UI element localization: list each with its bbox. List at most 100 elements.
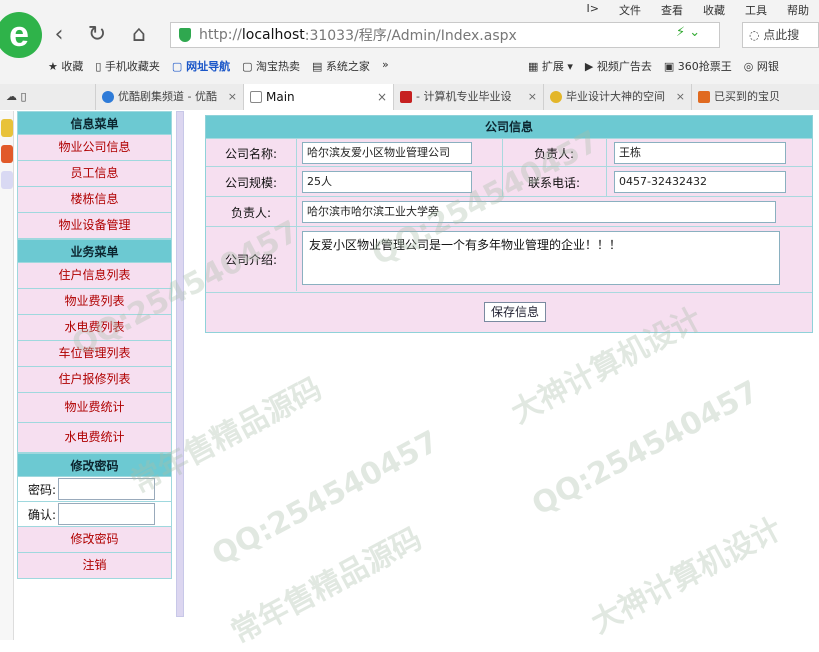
search-box[interactable]: ◌ 点此搜 <box>742 22 819 48</box>
row-divider <box>206 292 812 293</box>
tab-cs-project[interactable]: - 计算机专业毕业设 × <box>394 84 544 110</box>
panel-title: 公司信息 <box>206 116 812 138</box>
browser-menubar: I> 文件 查看 收藏 工具 帮助 <box>577 2 819 20</box>
page-icon <box>250 91 262 103</box>
intro-textarea[interactable]: 友爱小区物业管理公司是一个有多年物业管理的企业！！！ <box>302 231 780 285</box>
url-path: :31033/程序/Admin/Index.aspx <box>304 28 517 44</box>
bookmark-nav[interactable]: ▢ 网址导航 <box>172 58 230 76</box>
browser-logo-icon[interactable]: e <box>0 12 42 58</box>
sidebar-item-buildings[interactable]: 楼栋信息 <box>17 187 172 213</box>
sidebar-item-company[interactable]: 物业公司信息 <box>17 135 172 161</box>
app-icon[interactable] <box>1 171 13 189</box>
menu-help[interactable]: 帮助 <box>777 2 819 20</box>
row-intro: 公司介绍: 友爱小区物业管理公司是一个有多年物业管理的企业！！！ <box>206 226 812 291</box>
sidebar-item-utility-fees[interactable]: 水电费列表 <box>17 315 172 341</box>
browser-chrome: I> 文件 查看 收藏 工具 帮助 e ‹ ↻ ⌂ http://localho… <box>0 0 819 110</box>
manager-input[interactable]: 王栋 <box>614 142 786 164</box>
star-icon <box>550 91 562 103</box>
bookmark-system[interactable]: ▤ 系统之家 <box>312 58 370 76</box>
ticket-button[interactable]: ▣ 360抢票王 <box>664 58 732 74</box>
menu-view[interactable]: 查看 <box>651 2 693 20</box>
tab-youku[interactable]: 优酷剧集频道 - 优酷 × <box>96 84 244 110</box>
watermark: QQ:254540457 <box>526 374 765 523</box>
sidebar-item-utility-stats[interactable]: 水电费统计 <box>17 423 172 453</box>
sidebar-item-equipment[interactable]: 物业设备管理 <box>17 213 172 239</box>
refresh-icon[interactable]: ↻ <box>84 22 110 48</box>
site-icon <box>400 91 412 103</box>
sidebar-item-parking[interactable]: 车位管理列表 <box>17 341 172 367</box>
password-input[interactable] <box>58 478 156 500</box>
notify-icon[interactable] <box>1 119 13 137</box>
sidebar-scrollbar[interactable] <box>176 111 184 617</box>
search-placeholder: 点此搜 <box>763 28 800 42</box>
section-info-menu: 信息菜单 <box>17 111 172 135</box>
scrollbar-thumb[interactable] <box>177 112 183 616</box>
close-icon[interactable]: × <box>377 84 387 110</box>
weibo-icon[interactable] <box>1 145 13 163</box>
menu-file[interactable]: 文件 <box>609 2 651 20</box>
tab-strip: ☁ ▯ 优酷剧集频道 - 优酷 × Main × - 计算机专业毕业设 × 毕业设计大… <box>0 84 819 110</box>
company-name-label: 公司名称: <box>224 147 278 161</box>
manager-label: 负责人: <box>533 147 575 161</box>
row-address: 负责人: 哈尔滨市哈尔滨工业大学旁 <box>206 196 812 227</box>
address-bar[interactable]: http://localhost:31033/程序/Admin/Index.as… <box>170 22 720 48</box>
address-label: 负责人: <box>230 206 272 220</box>
password-row: 密码: <box>17 477 172 502</box>
section-password: 修改密码 <box>17 453 172 477</box>
confirm-row: 确认: <box>17 502 172 527</box>
company-info-panel: 公司信息 公司名称: 哈尔滨友爱小区物业管理公司 负责人: 王栋 公司规模: 2… <box>205 115 813 333</box>
intro-label: 公司介绍: <box>224 253 278 267</box>
phone-label: 联系电话: <box>527 176 581 190</box>
company-name-input[interactable]: 哈尔滨友爱小区物业管理公司 <box>302 142 472 164</box>
address-input[interactable]: 哈尔滨市哈尔滨工业大学旁 <box>302 201 776 223</box>
company-scale-input[interactable]: 25人 <box>302 171 472 193</box>
confirm-label: 确认: <box>28 507 57 522</box>
sidebar-menu: 信息菜单 物业公司信息 员工信息 楼栋信息 物业设备管理 业务菜单 住户信息列表… <box>17 111 172 579</box>
watermark: 大神计算机设计 <box>585 511 788 641</box>
phone-input[interactable]: 0457-32432432 <box>614 171 786 193</box>
menu-tools[interactable]: 工具 <box>735 2 777 20</box>
row-scale: 公司规模: 25人 联系电话: 0457-32432432 <box>206 166 812 197</box>
bookmark-bar: ★ 收藏 ▯ 手机收藏夹 ▢ 网址导航 ▢ 淘宝热卖 ▤ 系统之家 » <box>48 58 389 76</box>
bookmark-mobile[interactable]: ▯ 手机收藏夹 <box>95 58 160 76</box>
home-icon[interactable]: ⌂ <box>126 22 152 48</box>
extension-bar: ▦ 扩展 ▾ ▶ 视频广告去 ▣ 360抢票王 ◎ 网银 <box>528 58 779 74</box>
change-password-button[interactable]: 修改密码 <box>17 527 172 553</box>
ad-block-button[interactable]: ▶ 视频广告去 <box>585 58 652 74</box>
tab-space[interactable]: 毕业设计大神的空间 × <box>544 84 692 110</box>
sidebar-item-property-fees[interactable]: 物业费列表 <box>17 289 172 315</box>
tab-purchased[interactable]: 已买到的宝贝 <box>692 84 819 110</box>
confirm-input[interactable] <box>58 503 156 525</box>
menu-favorites[interactable]: 收藏 <box>693 2 735 20</box>
section-business-menu: 业务菜单 <box>17 239 172 263</box>
password-label: 密码: <box>28 482 57 497</box>
sidebar-item-staff[interactable]: 员工信息 <box>17 161 172 187</box>
save-button[interactable]: 保存信息 <box>484 302 546 322</box>
close-icon[interactable]: × <box>676 84 685 110</box>
menu-arrow-label[interactable]: I> <box>577 2 609 20</box>
bookmark-favorites[interactable]: ★ 收藏 <box>48 58 83 76</box>
sidebar-item-fee-stats[interactable]: 物业费统计 <box>17 393 172 423</box>
close-icon[interactable]: × <box>528 84 537 110</box>
bookmark-taobao[interactable]: ▢ 淘宝热卖 <box>242 58 300 76</box>
company-scale-label: 公司规模: <box>224 176 278 190</box>
extensions-button[interactable]: ▦ 扩展 ▾ <box>528 58 573 74</box>
address-tools-icon[interactable]: ⚡ ⌄ <box>676 25 700 40</box>
sidebar-item-repairs[interactable]: 住户报修列表 <box>17 367 172 393</box>
url-prefix: http:// <box>199 27 242 43</box>
close-icon[interactable]: × <box>228 84 237 110</box>
app-frame: 信息菜单 物业公司信息 员工信息 楼栋信息 物业设备管理 业务菜单 住户信息列表… <box>0 111 819 651</box>
youku-icon <box>102 91 114 103</box>
sidebar-item-residents[interactable]: 住户信息列表 <box>17 263 172 289</box>
tab-main[interactable]: Main × <box>244 84 394 110</box>
row-name: 公司名称: 哈尔滨友爱小区物业管理公司 负责人: 王栋 <box>206 138 812 167</box>
tab-strip-tools[interactable]: ☁ ▯ <box>0 84 96 110</box>
logout-button[interactable]: 注销 <box>17 553 172 579</box>
url-host: localhost <box>241 27 305 43</box>
secure-shield-icon <box>179 28 191 42</box>
bookmark-more[interactable]: » <box>382 58 389 76</box>
back-icon[interactable]: ‹ <box>46 22 72 48</box>
bank-button[interactable]: ◎ 网银 <box>744 58 779 74</box>
taobao-icon <box>698 91 710 103</box>
watermark: 常年售精品源码 <box>225 521 428 651</box>
